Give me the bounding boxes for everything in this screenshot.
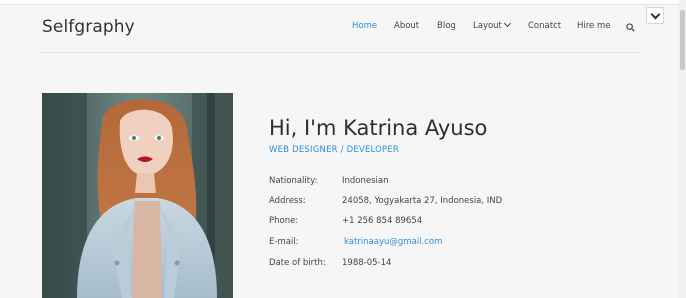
header-divider <box>38 52 640 53</box>
dropdown-toggle-button[interactable] <box>646 7 664 24</box>
detail-label: Date of birth: <box>269 258 326 268</box>
nav-layout[interactable]: Layout <box>473 19 511 31</box>
detail-label: Phone: <box>269 216 299 226</box>
site-logo[interactable]: Selfgraphy <box>42 17 135 37</box>
profile-photo-image <box>42 93 233 298</box>
nav-blog[interactable]: Blog <box>437 21 456 31</box>
scrollbar-thumb[interactable] <box>680 10 685 70</box>
detail-label: Nationality: <box>269 176 318 186</box>
chevron-down-icon <box>650 9 661 20</box>
hero-name: Hi, I'm Katrina Ayuso <box>269 116 488 140</box>
detail-value: 1988-05-14 <box>342 258 392 268</box>
detail-value: +1 256 854 89654 <box>342 216 423 226</box>
profile-photo <box>42 93 233 298</box>
nav-layout-label: Layout <box>473 21 502 31</box>
nav-about[interactable]: About <box>394 21 419 31</box>
top-border <box>0 0 686 5</box>
nav-home[interactable]: Home <box>352 21 377 31</box>
hero-role: WEB DESIGNER / DEVELOPER <box>269 145 400 155</box>
detail-label: E-mail: <box>269 237 299 247</box>
detail-label: Address: <box>269 196 306 206</box>
nav-contact[interactable]: Conatct <box>528 21 561 31</box>
search-icon[interactable] <box>626 23 635 32</box>
detail-value: 24058, Yogyakarta 27, Indonesia, IND <box>342 196 503 206</box>
chevron-down-icon <box>503 19 511 28</box>
detail-value: Indonesian <box>342 176 389 186</box>
email-link[interactable]: katrinaayu@gmail.com <box>344 237 442 247</box>
nav-hire-me[interactable]: Hire me <box>577 21 611 31</box>
